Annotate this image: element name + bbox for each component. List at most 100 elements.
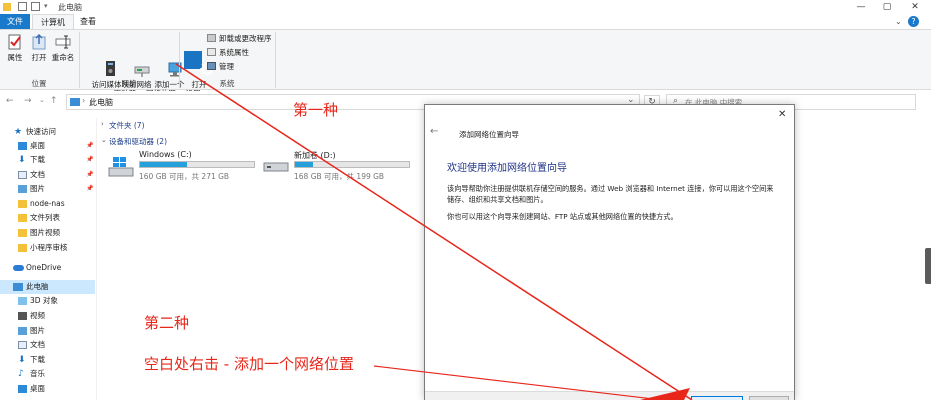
dialog-back-button[interactable]: ←	[430, 126, 438, 137]
nav-item-downloads[interactable]: ⬇ 下载 📌	[0, 153, 95, 167]
expand-chevron-icon[interactable]: ›	[101, 120, 104, 128]
folder-icon	[18, 244, 27, 252]
tab-computer[interactable]: 计算机	[32, 14, 74, 29]
system-properties-icon	[207, 48, 216, 56]
drive-free-space: 168 GB 可用，共 199 GB	[294, 172, 385, 181]
drive-tile-c[interactable]: Windows (C:) 160 GB 可用，共 271 GB	[106, 150, 256, 184]
download-icon: ⬇	[18, 155, 26, 165]
nav-item-desktop[interactable]: 桌面 📌	[0, 139, 95, 153]
back-button[interactable]: ←	[6, 96, 14, 106]
nav-label: 下载	[30, 155, 45, 164]
programs-icon	[207, 34, 216, 42]
next-button[interactable]	[691, 396, 743, 400]
dialog-paragraph: 你也可以用这个向导来创建网站、FTP 站点或其他网络位置的快捷方式。	[447, 212, 678, 221]
nav-label: 桌面	[30, 384, 45, 393]
drive-usage-bar	[139, 161, 255, 168]
close-button[interactable]: ✕	[908, 1, 922, 13]
music-icon: ♪	[18, 369, 24, 379]
tab-view[interactable]: 查看	[72, 14, 104, 29]
nav-item-pictures[interactable]: 图片 📌	[0, 182, 95, 196]
this-pc-icon	[70, 98, 80, 106]
nav-item-documents[interactable]: 文档 📌	[0, 168, 95, 182]
ribbon-separator	[275, 32, 276, 88]
folders-section-header[interactable]: 文件夹 (7)	[109, 120, 145, 131]
minimize-button[interactable]: —	[854, 1, 868, 13]
pictures-icon	[18, 327, 27, 335]
nav-quick-access[interactable]: ★ 快速访问	[0, 125, 95, 139]
nav-item-file-list[interactable]: 文件列表	[0, 211, 95, 225]
side-panel-handle[interactable]	[925, 248, 931, 284]
rename-icon	[55, 33, 71, 51]
nav-label: 图片	[30, 326, 45, 335]
up-button[interactable]: ↑	[50, 96, 58, 106]
documents-icon	[18, 341, 27, 349]
nav-this-pc[interactable]: 此电脑	[0, 280, 95, 294]
nav-item-node-nas[interactable]: node-nas	[0, 197, 95, 211]
pane-divider[interactable]	[96, 118, 97, 400]
drive-name: 新加卷 (D:)	[294, 151, 336, 160]
drive-usage-bar	[294, 161, 410, 168]
nav-label: 文档	[30, 170, 45, 179]
drive-free-space: 160 GB 可用，共 271 GB	[139, 172, 230, 181]
hard-drive-icon	[263, 162, 289, 172]
dialog-close-button[interactable]: ✕	[778, 109, 786, 120]
uninstall-programs-button[interactable]: 卸载或更改程序	[207, 33, 272, 45]
rename-button[interactable]: 重命名	[51, 33, 75, 62]
collapse-chevron-icon[interactable]: ⌄	[101, 136, 107, 144]
nav-item-music[interactable]: ♪ 音乐	[0, 367, 95, 381]
media-server-icon	[89, 51, 116, 76]
breadcrumb-chevron-icon: ›	[82, 96, 86, 105]
star-icon: ★	[14, 127, 23, 137]
ribbon-tabs: 文件 计算机 查看 ⌄ ?	[0, 14, 931, 30]
drive-usage-fill	[295, 162, 314, 167]
manage-label: 管理	[219, 62, 234, 71]
nav-item-photos-videos[interactable]: 图片视频	[0, 226, 95, 240]
nav-item-pictures-pc[interactable]: 图片	[0, 324, 95, 338]
cancel-button[interactable]	[749, 396, 789, 400]
nav-item-desktop-pc[interactable]: 桌面	[0, 382, 95, 396]
dialog-heading: 欢迎使用添加网络位置向导	[447, 163, 567, 174]
recent-locations-icon[interactable]: ⌄	[39, 96, 45, 104]
computer-management-icon	[207, 62, 216, 70]
quick-access-new-folder-icon[interactable]	[31, 2, 40, 11]
forward-button[interactable]: →	[24, 96, 32, 106]
drive-tile-d[interactable]: 新加卷 (D:) 168 GB 可用，共 199 GB	[261, 150, 411, 184]
tab-file[interactable]: 文件	[0, 14, 30, 29]
open-button[interactable]: 打开	[28, 33, 50, 62]
breadcrumb[interactable]: 此电脑	[89, 97, 113, 108]
nav-label: 图片视频	[30, 228, 60, 237]
nav-item-videos[interactable]: 视频	[0, 309, 95, 323]
download-icon: ⬇	[18, 355, 26, 365]
ribbon-expand-icon[interactable]: ⌄	[895, 17, 902, 26]
window-title: 此电脑	[58, 3, 82, 12]
properties-label: 属性	[7, 53, 23, 62]
nav-onedrive[interactable]: OneDrive	[0, 261, 95, 275]
cloud-icon	[13, 265, 24, 271]
quick-access-properties-icon[interactable]	[18, 2, 27, 11]
nav-item-documents-pc[interactable]: 文档	[0, 338, 95, 352]
nav-label: node-nas	[30, 199, 65, 208]
nav-item-3d-objects[interactable]: 3D 对象	[0, 294, 95, 308]
folder-icon	[18, 229, 27, 237]
help-icon[interactable]: ?	[908, 16, 919, 27]
nav-item-downloads-pc[interactable]: ⬇ 下载	[0, 353, 95, 367]
folder-icon	[18, 214, 27, 222]
manage-button[interactable]: 管理	[207, 61, 234, 73]
annotation-second-detail: 空白处右击 - 添加一个网络位置	[144, 355, 354, 373]
nav-item-miniprogram-review[interactable]: 小程序审核	[0, 241, 95, 255]
nav-label: 文档	[30, 340, 45, 349]
pin-icon: 📌	[86, 171, 94, 178]
dialog-paragraph: 该向导帮助你注册提供联机存储空间的服务。通过 Web 浏览器和 Internet…	[447, 184, 774, 204]
ribbon: 属性 打开 重命名 位置 访问媒体 映射网络 驱动器 ▾ 添加一个 网络位置 网…	[0, 30, 931, 98]
open-label: 打开	[31, 53, 47, 62]
maximize-button[interactable]: ▢	[880, 1, 894, 13]
drives-section-header[interactable]: 设备和驱动器 (2)	[109, 136, 167, 147]
properties-button[interactable]: 属性	[4, 33, 26, 62]
system-properties-button[interactable]: 系统属性	[207, 47, 249, 59]
folder-icon	[18, 200, 27, 208]
drive-usage-fill	[140, 162, 187, 167]
network-group-label: 网络	[121, 79, 137, 88]
desktop-icon	[18, 142, 27, 150]
quick-access-dropdown-icon[interactable]: ▾	[44, 2, 48, 10]
network-location-icon	[153, 51, 182, 77]
